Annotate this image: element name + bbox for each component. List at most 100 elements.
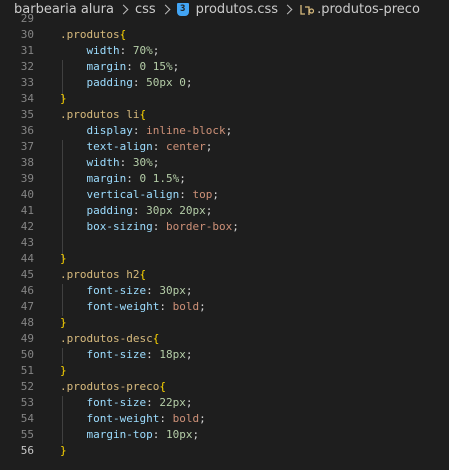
line-number: 52 xyxy=(20,380,34,393)
line-number: 33 xyxy=(20,76,34,89)
token-val: bold xyxy=(172,300,200,313)
token-prop: margin-top xyxy=(86,428,153,441)
code-line-45[interactable]: 45 .produtos h2{ xyxy=(0,267,449,283)
token-pun: ; xyxy=(152,44,160,57)
token-brace: } xyxy=(60,364,67,377)
code-editor[interactable]: 29 30 .produtos{31 width: 70%; 32 margin: 0… xyxy=(0,12,449,470)
token-prop: font-size xyxy=(86,348,147,361)
token-num: 30% xyxy=(132,156,153,169)
code-line-56[interactable]: 56} xyxy=(0,443,449,459)
token-pun: ; xyxy=(232,220,239,233)
token-num: 18px xyxy=(159,348,186,361)
code-line-29[interactable]: 29 xyxy=(0,11,449,27)
code-line-54[interactable]: 54 font-weight: bold; xyxy=(0,411,449,427)
token-pun: : xyxy=(152,220,166,233)
code-line-36[interactable]: 36 display: inline-block; xyxy=(0,123,449,139)
token-brace: { xyxy=(159,380,166,393)
token-prop: padding xyxy=(86,76,133,89)
token-pad xyxy=(60,140,87,153)
code-line-40[interactable]: 40 vertical-align: top; xyxy=(0,187,449,203)
editor-window: barbearia alura css 3 produtos.css .prod… xyxy=(0,0,449,470)
code-text: font-weight: bold; xyxy=(60,299,206,315)
code-line-31[interactable]: 31 width: 70%; xyxy=(0,43,449,59)
code-text: box-sizing: border-box; xyxy=(60,219,239,235)
line-number: 49 xyxy=(20,332,34,345)
code-text: font-weight: bold; xyxy=(60,411,206,427)
line-number: 40 xyxy=(20,188,34,201)
code-text: .produtos h2{ xyxy=(60,267,146,283)
token-pun: : xyxy=(146,348,160,361)
code-text: font-size: 22px; xyxy=(60,395,193,411)
token-pun: ; xyxy=(185,348,193,361)
line-number: 51 xyxy=(20,364,34,377)
code-line-46[interactable]: 46 font-size: 30px; xyxy=(0,283,449,299)
token-brace: } xyxy=(60,252,67,265)
token-sel: .produtos-desc xyxy=(60,332,153,345)
token-prop: margin xyxy=(86,172,127,185)
token-pun: : xyxy=(132,204,147,217)
token-pun: : xyxy=(119,44,133,57)
code-text: .produtos{ xyxy=(60,27,126,43)
token-prop: vertical-align xyxy=(86,188,180,201)
line-number: 32 xyxy=(20,60,34,73)
code-line-30[interactable]: 30 .produtos{ xyxy=(0,27,449,43)
code-text: } xyxy=(60,91,67,107)
line-number: 55 xyxy=(20,428,34,441)
token-pun: ; xyxy=(212,188,219,201)
token-pad xyxy=(60,156,87,169)
code-line-34[interactable]: 34} xyxy=(0,91,449,107)
token-pun: : xyxy=(146,396,160,409)
code-text: text-align: center; xyxy=(60,139,213,155)
token-pun: : xyxy=(119,156,133,169)
line-number: 47 xyxy=(20,300,34,313)
code-line-37[interactable]: 37 text-align: center; xyxy=(0,139,449,155)
code-line-41[interactable]: 41 padding: 30px 20px; xyxy=(0,203,449,219)
code-text: .produtos-preco{ xyxy=(60,379,166,395)
code-line-51[interactable]: 51} xyxy=(0,363,449,379)
code-line-38[interactable]: 38 width: 30%; xyxy=(0,155,449,171)
code-line-42[interactable]: 42 box-sizing: border-box; xyxy=(0,219,449,235)
code-line-33[interactable]: 33 padding: 50px 0; xyxy=(0,75,449,91)
code-line-53[interactable]: 53 font-size: 22px; xyxy=(0,395,449,411)
token-pun: ; xyxy=(185,396,193,409)
code-line-49[interactable]: 49 .produtos-desc{ xyxy=(0,331,449,347)
code-line-48[interactable]: 48} xyxy=(0,315,449,331)
line-number: 50 xyxy=(20,348,34,361)
line-number: 53 xyxy=(20,396,34,409)
code-line-55[interactable]: 55 margin-top: 10px; xyxy=(0,427,449,443)
token-num: 0 15% xyxy=(139,60,173,73)
token-prop: margin xyxy=(86,60,127,73)
code-line-52[interactable]: 52 .produtos-preco{ xyxy=(0,379,449,395)
code-line-50[interactable]: 50 font-size: 18px; xyxy=(0,347,449,363)
code-line-44[interactable]: 44} xyxy=(0,251,449,267)
token-num: 10px xyxy=(165,428,193,441)
token-prop: padding xyxy=(86,204,133,217)
code-line-35[interactable]: 35 .produtos li{ xyxy=(0,107,449,123)
token-pad xyxy=(60,428,87,441)
token-pad xyxy=(60,348,87,361)
line-number: 46 xyxy=(20,284,34,297)
token-pun: ; xyxy=(199,300,206,313)
token-prop: font-weight xyxy=(86,300,160,313)
token-pun: ; xyxy=(192,428,200,441)
line-number: 35 xyxy=(20,108,34,121)
line-number: 37 xyxy=(20,140,34,153)
token-pun: : xyxy=(146,284,160,297)
token-pun: ; xyxy=(205,140,213,153)
code-text: } xyxy=(60,315,67,331)
token-prop: width xyxy=(86,156,120,169)
line-number: 38 xyxy=(20,156,34,169)
token-num: 70% xyxy=(132,44,153,57)
token-pad xyxy=(60,300,87,313)
code-line-43[interactable]: 43 xyxy=(0,235,449,251)
code-line-39[interactable]: 39 margin: 0 1.5%; xyxy=(0,171,449,187)
code-line-47[interactable]: 47 font-weight: bold; xyxy=(0,299,449,315)
token-num: 0 1.5% xyxy=(139,172,180,185)
token-pun: ; xyxy=(185,76,193,89)
token-brace: { xyxy=(119,28,127,41)
code-text: margin-top: 10px; xyxy=(60,427,200,443)
token-num: 22px xyxy=(159,396,186,409)
code-text: .produtos-desc{ xyxy=(60,331,159,347)
code-line-32[interactable]: 32 margin: 0 15%; xyxy=(0,59,449,75)
token-pun: : xyxy=(152,140,166,153)
